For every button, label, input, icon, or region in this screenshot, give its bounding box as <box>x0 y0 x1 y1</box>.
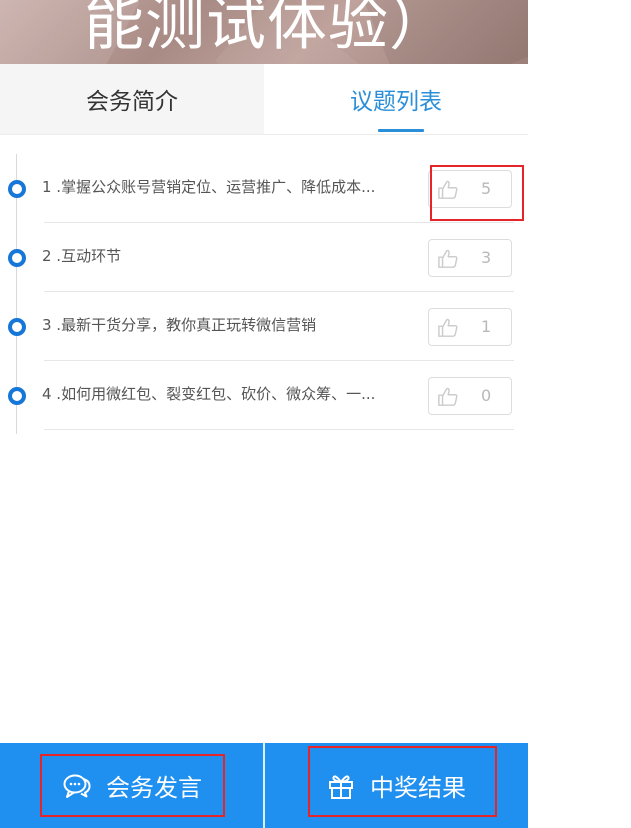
like-count: 3 <box>481 248 492 267</box>
app-screen: 能测试体验） 会务简介 议题列表 1 .掌握公众账号营销定位、运营推广、降低成本… <box>0 0 528 828</box>
tab-label: 议题列表 <box>350 89 442 115</box>
event-banner: 能测试体验） <box>0 0 528 64</box>
thumbs-up-icon <box>438 249 458 268</box>
list-item[interactable]: 3 .最新干货分享，教你真正玩转微信营销 1 <box>0 292 528 361</box>
like-count: 1 <box>481 317 492 336</box>
prize-results-label: 中奖结果 <box>370 774 466 802</box>
prize-results-button[interactable]: 中奖结果 <box>264 743 528 828</box>
topic-title: 1 .掌握公众账号营销定位、运营推广、降低成本... <box>42 178 376 196</box>
thumbs-up-icon <box>438 387 458 406</box>
gift-icon <box>329 774 353 799</box>
timeline-dot-icon <box>8 318 26 336</box>
meeting-speech-label: 会务发言 <box>106 774 202 802</box>
list-item[interactable]: 2 .互动环节 3 <box>0 223 528 292</box>
tab-meeting-intro[interactable]: 会务简介 <box>0 64 264 134</box>
banner-title: 能测试体验） <box>84 0 450 59</box>
active-tab-indicator <box>378 129 424 132</box>
like-button[interactable]: 5 <box>428 170 512 208</box>
timeline-dot-icon <box>8 249 26 267</box>
like-button[interactable]: 3 <box>428 239 512 277</box>
tab-label: 会务简介 <box>86 89 178 115</box>
topic-title: 2 .互动环节 <box>42 247 122 265</box>
meeting-speech-button[interactable]: 会务发言 <box>0 743 264 828</box>
like-count: 5 <box>481 179 492 198</box>
topic-title: 3 .最新干货分享，教你真正玩转微信营销 <box>42 316 317 334</box>
list-item[interactable]: 4 .如何用微红包、裂变红包、砍价、微众筹、一... 0 <box>0 361 528 430</box>
divider <box>44 429 514 430</box>
bottom-action-bar: 会务发言 中奖结果 <box>0 743 528 828</box>
tab-bar: 会务简介 议题列表 <box>0 64 528 135</box>
topic-title: 4 .如何用微红包、裂变红包、砍价、微众筹、一... <box>42 385 376 403</box>
like-count: 0 <box>481 386 492 405</box>
like-button[interactable]: 0 <box>428 377 512 415</box>
timeline-dot-icon <box>8 180 26 198</box>
thumbs-up-icon <box>438 180 458 199</box>
like-button[interactable]: 1 <box>428 308 512 346</box>
timeline-dot-icon <box>8 387 26 405</box>
chat-bubbles-icon <box>63 774 91 798</box>
tab-topic-list[interactable]: 议题列表 <box>264 64 528 134</box>
thumbs-up-icon <box>438 318 458 337</box>
list-item[interactable]: 1 .掌握公众账号营销定位、运营推广、降低成本... 5 <box>0 154 528 223</box>
